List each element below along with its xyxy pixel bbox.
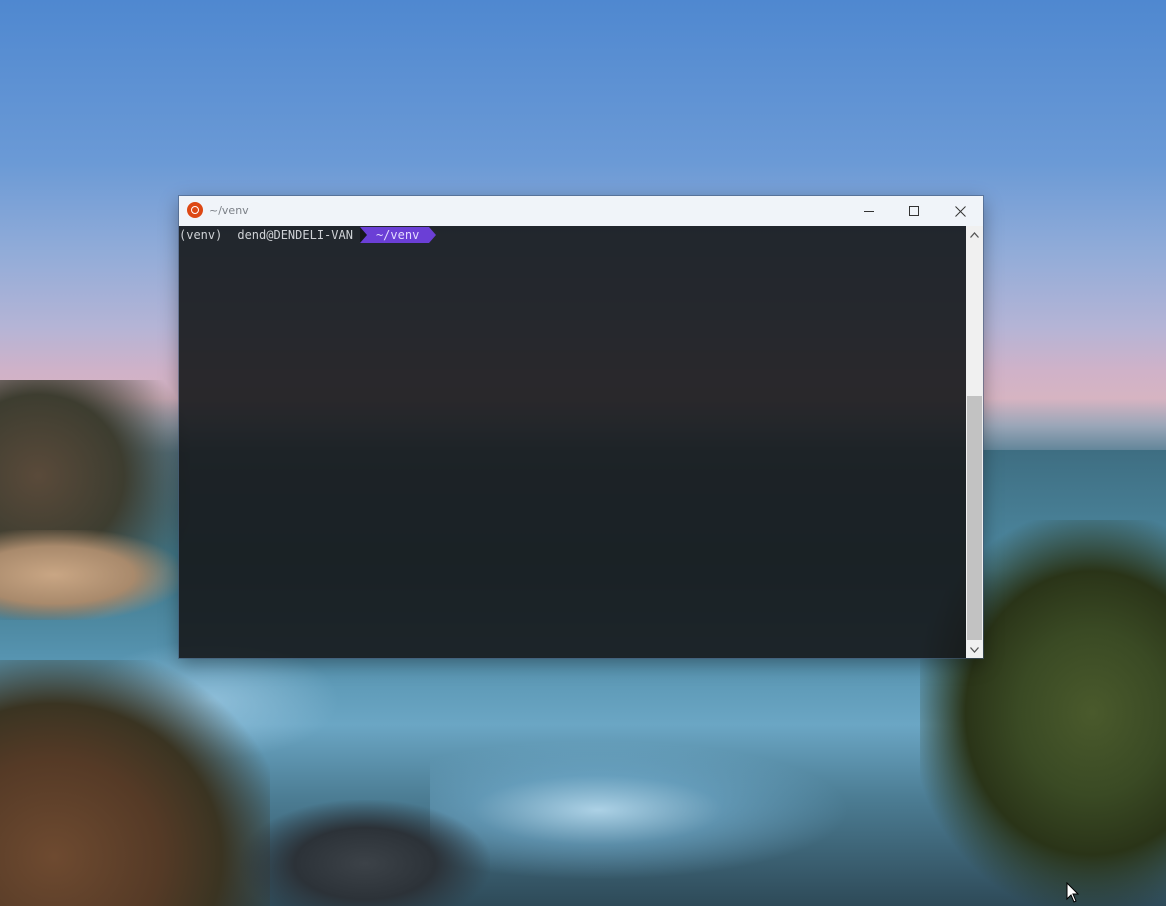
- scrollbar-thumb[interactable]: [967, 396, 982, 640]
- prompt-cwd-segment: ~/venv: [359, 227, 437, 243]
- mouse-pointer-icon: [1066, 882, 1080, 903]
- wallpaper-cliff: [0, 660, 270, 906]
- prompt-user-host: dend@DENDELI-VAN: [237, 228, 353, 242]
- prompt-venv: (venv): [179, 228, 223, 242]
- terminal-output[interactable]: (venv) dend@DENDELI-VAN ~/venv: [179, 226, 966, 658]
- scroll-up-button[interactable]: [966, 226, 983, 243]
- wallpaper-wave-foam: [430, 740, 850, 880]
- prompt-line: (venv) dend@DENDELI-VAN ~/venv: [179, 227, 437, 243]
- scroll-down-button[interactable]: [966, 641, 983, 658]
- ubuntu-icon[interactable]: [187, 202, 203, 218]
- wallpaper-rocks: [240, 800, 490, 906]
- vertical-scrollbar[interactable]: [966, 226, 983, 658]
- wallpaper-surf: [80, 640, 340, 760]
- maximize-icon: [909, 206, 919, 216]
- chevron-down-icon: [970, 646, 979, 653]
- wallpaper-ocean: [983, 450, 1166, 650]
- terminal-window[interactable]: ~/venv (venv) dend@DENDELI-VAN ~/venv: [179, 196, 983, 658]
- prompt-cwd: ~/venv: [375, 228, 420, 242]
- close-icon: [954, 205, 966, 217]
- title-bar[interactable]: ~/venv: [179, 196, 983, 226]
- desktop: ~/venv (venv) dend@DENDELI-VAN ~/venv: [0, 0, 1166, 906]
- minimize-icon: [864, 211, 874, 212]
- wallpaper-coastline: [0, 380, 190, 620]
- window-title: ~/venv: [209, 204, 249, 217]
- wallpaper-beach: [0, 530, 180, 620]
- minimize-button[interactable]: [846, 196, 892, 226]
- maximize-button[interactable]: [891, 196, 937, 226]
- chevron-up-icon: [970, 231, 979, 238]
- close-button[interactable]: [937, 196, 983, 226]
